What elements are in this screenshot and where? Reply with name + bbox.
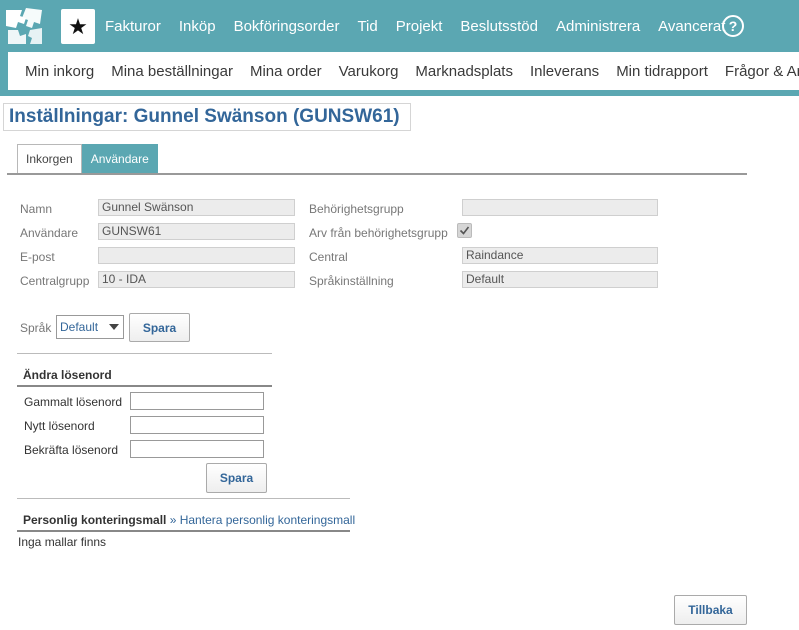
top-navigation-bar: ★ Fakturor Inköp Bokföringsorder Tid Pro… bbox=[0, 0, 799, 52]
tab-bar: Inkorgen Användare bbox=[17, 144, 158, 174]
menu-item-administrera[interactable]: Administrera bbox=[556, 18, 640, 35]
section-divider bbox=[17, 353, 272, 354]
manage-templates-link[interactable]: Hantera personlig konteringsmall bbox=[180, 513, 355, 527]
sub-navigation-bar: Min inkorg Mina beställningar Mina order… bbox=[0, 52, 799, 96]
subnav-item-min-tidrapport[interactable]: Min tidrapport bbox=[616, 63, 708, 80]
password-save-button[interactable]: Spara bbox=[206, 463, 267, 493]
permgroup-label: Behörighetsgrupp bbox=[309, 202, 404, 216]
user-label: Användare bbox=[20, 226, 79, 240]
language-select-value: Default bbox=[60, 320, 99, 334]
menu-item-tid[interactable]: Tid bbox=[357, 18, 377, 35]
name-field: Gunnel Swänson bbox=[98, 199, 295, 216]
page-title-box: Inställningar: Gunnel Swänson (GUNSW61) bbox=[3, 103, 411, 131]
new-password-label: Nytt lösenord bbox=[24, 419, 95, 433]
subnav-item-min-inkorg[interactable]: Min inkorg bbox=[25, 63, 94, 80]
langsetting-field: Default bbox=[462, 271, 658, 288]
menu-item-bokforingsorder[interactable]: Bokföringsorder bbox=[234, 18, 340, 35]
language-label: Språk bbox=[20, 321, 52, 335]
old-password-label: Gammalt lösenord bbox=[24, 395, 123, 409]
no-templates-text: Inga mallar finns bbox=[18, 535, 107, 549]
permgroup-field bbox=[462, 199, 658, 216]
menu-item-inkop[interactable]: Inköp bbox=[179, 18, 216, 35]
user-field: GUNSW61 bbox=[98, 223, 295, 240]
langsetting-label: Språkinställning bbox=[309, 274, 394, 288]
subnav-item-mina-bestallningar[interactable]: Mina beställningar bbox=[111, 63, 233, 80]
help-icon[interactable]: ? bbox=[722, 15, 744, 37]
confirm-password-input[interactable] bbox=[130, 440, 264, 458]
chevron-down-icon bbox=[109, 324, 119, 330]
puzzle-logo-icon[interactable] bbox=[4, 6, 44, 46]
main-menu: Fakturor Inköp Bokföringsorder Tid Proje… bbox=[105, 0, 743, 52]
breadcrumb-separator: » bbox=[166, 513, 180, 527]
confirm-password-label: Bekräfta lösenord bbox=[24, 443, 119, 457]
tab-inkorgen[interactable]: Inkorgen bbox=[17, 144, 82, 174]
new-password-input[interactable] bbox=[130, 416, 264, 434]
subnav-item-fragor-analys[interactable]: Frågor & Analys bbox=[725, 63, 799, 80]
old-password-input[interactable] bbox=[130, 392, 264, 410]
tab-anvandare[interactable]: Användare bbox=[81, 144, 158, 174]
subnav-item-mina-order[interactable]: Mina order bbox=[250, 63, 322, 80]
subnav-item-marknadsplats[interactable]: Marknadsplats bbox=[415, 63, 513, 80]
password-section-title: Ändra lösenord bbox=[23, 368, 112, 382]
language-save-button[interactable]: Spara bbox=[129, 313, 190, 342]
section-divider bbox=[17, 498, 350, 499]
inherit-label: Arv från behörighetsgrupp bbox=[309, 226, 448, 240]
section-underline bbox=[17, 530, 350, 532]
centralgroup-field: 10 - IDA bbox=[98, 271, 295, 288]
name-label: Namn bbox=[20, 202, 53, 216]
menu-item-projekt[interactable]: Projekt bbox=[396, 18, 443, 35]
templates-section-title: Personlig konteringsmall bbox=[23, 513, 167, 527]
central-label: Central bbox=[309, 250, 348, 264]
star-icon[interactable]: ★ bbox=[61, 9, 95, 44]
subnav-item-varukorg[interactable]: Varukorg bbox=[339, 63, 399, 80]
email-label: E-post bbox=[20, 250, 55, 264]
page-title: Inställningar: Gunnel Swänson (GUNSW61) bbox=[9, 106, 400, 127]
menu-item-avancerat[interactable]: Avancerat bbox=[658, 18, 725, 35]
templates-section-header: Personlig konteringsmall » Hantera perso… bbox=[23, 513, 355, 527]
subnav-item-inleverans[interactable]: Inleverans bbox=[530, 63, 599, 80]
menu-item-beslutsstod[interactable]: Beslutsstöd bbox=[460, 18, 538, 35]
back-button[interactable]: Tillbaka bbox=[674, 595, 747, 625]
tab-divider bbox=[7, 173, 747, 175]
central-field: Raindance bbox=[462, 247, 658, 264]
checkmark-icon bbox=[459, 226, 470, 235]
section-underline bbox=[17, 385, 272, 387]
centralgroup-label: Centralgrupp bbox=[20, 274, 90, 288]
menu-item-fakturor[interactable]: Fakturor bbox=[105, 18, 161, 35]
inherit-checkbox[interactable] bbox=[457, 223, 472, 238]
language-select[interactable]: Default bbox=[56, 315, 124, 339]
email-field bbox=[98, 247, 295, 264]
